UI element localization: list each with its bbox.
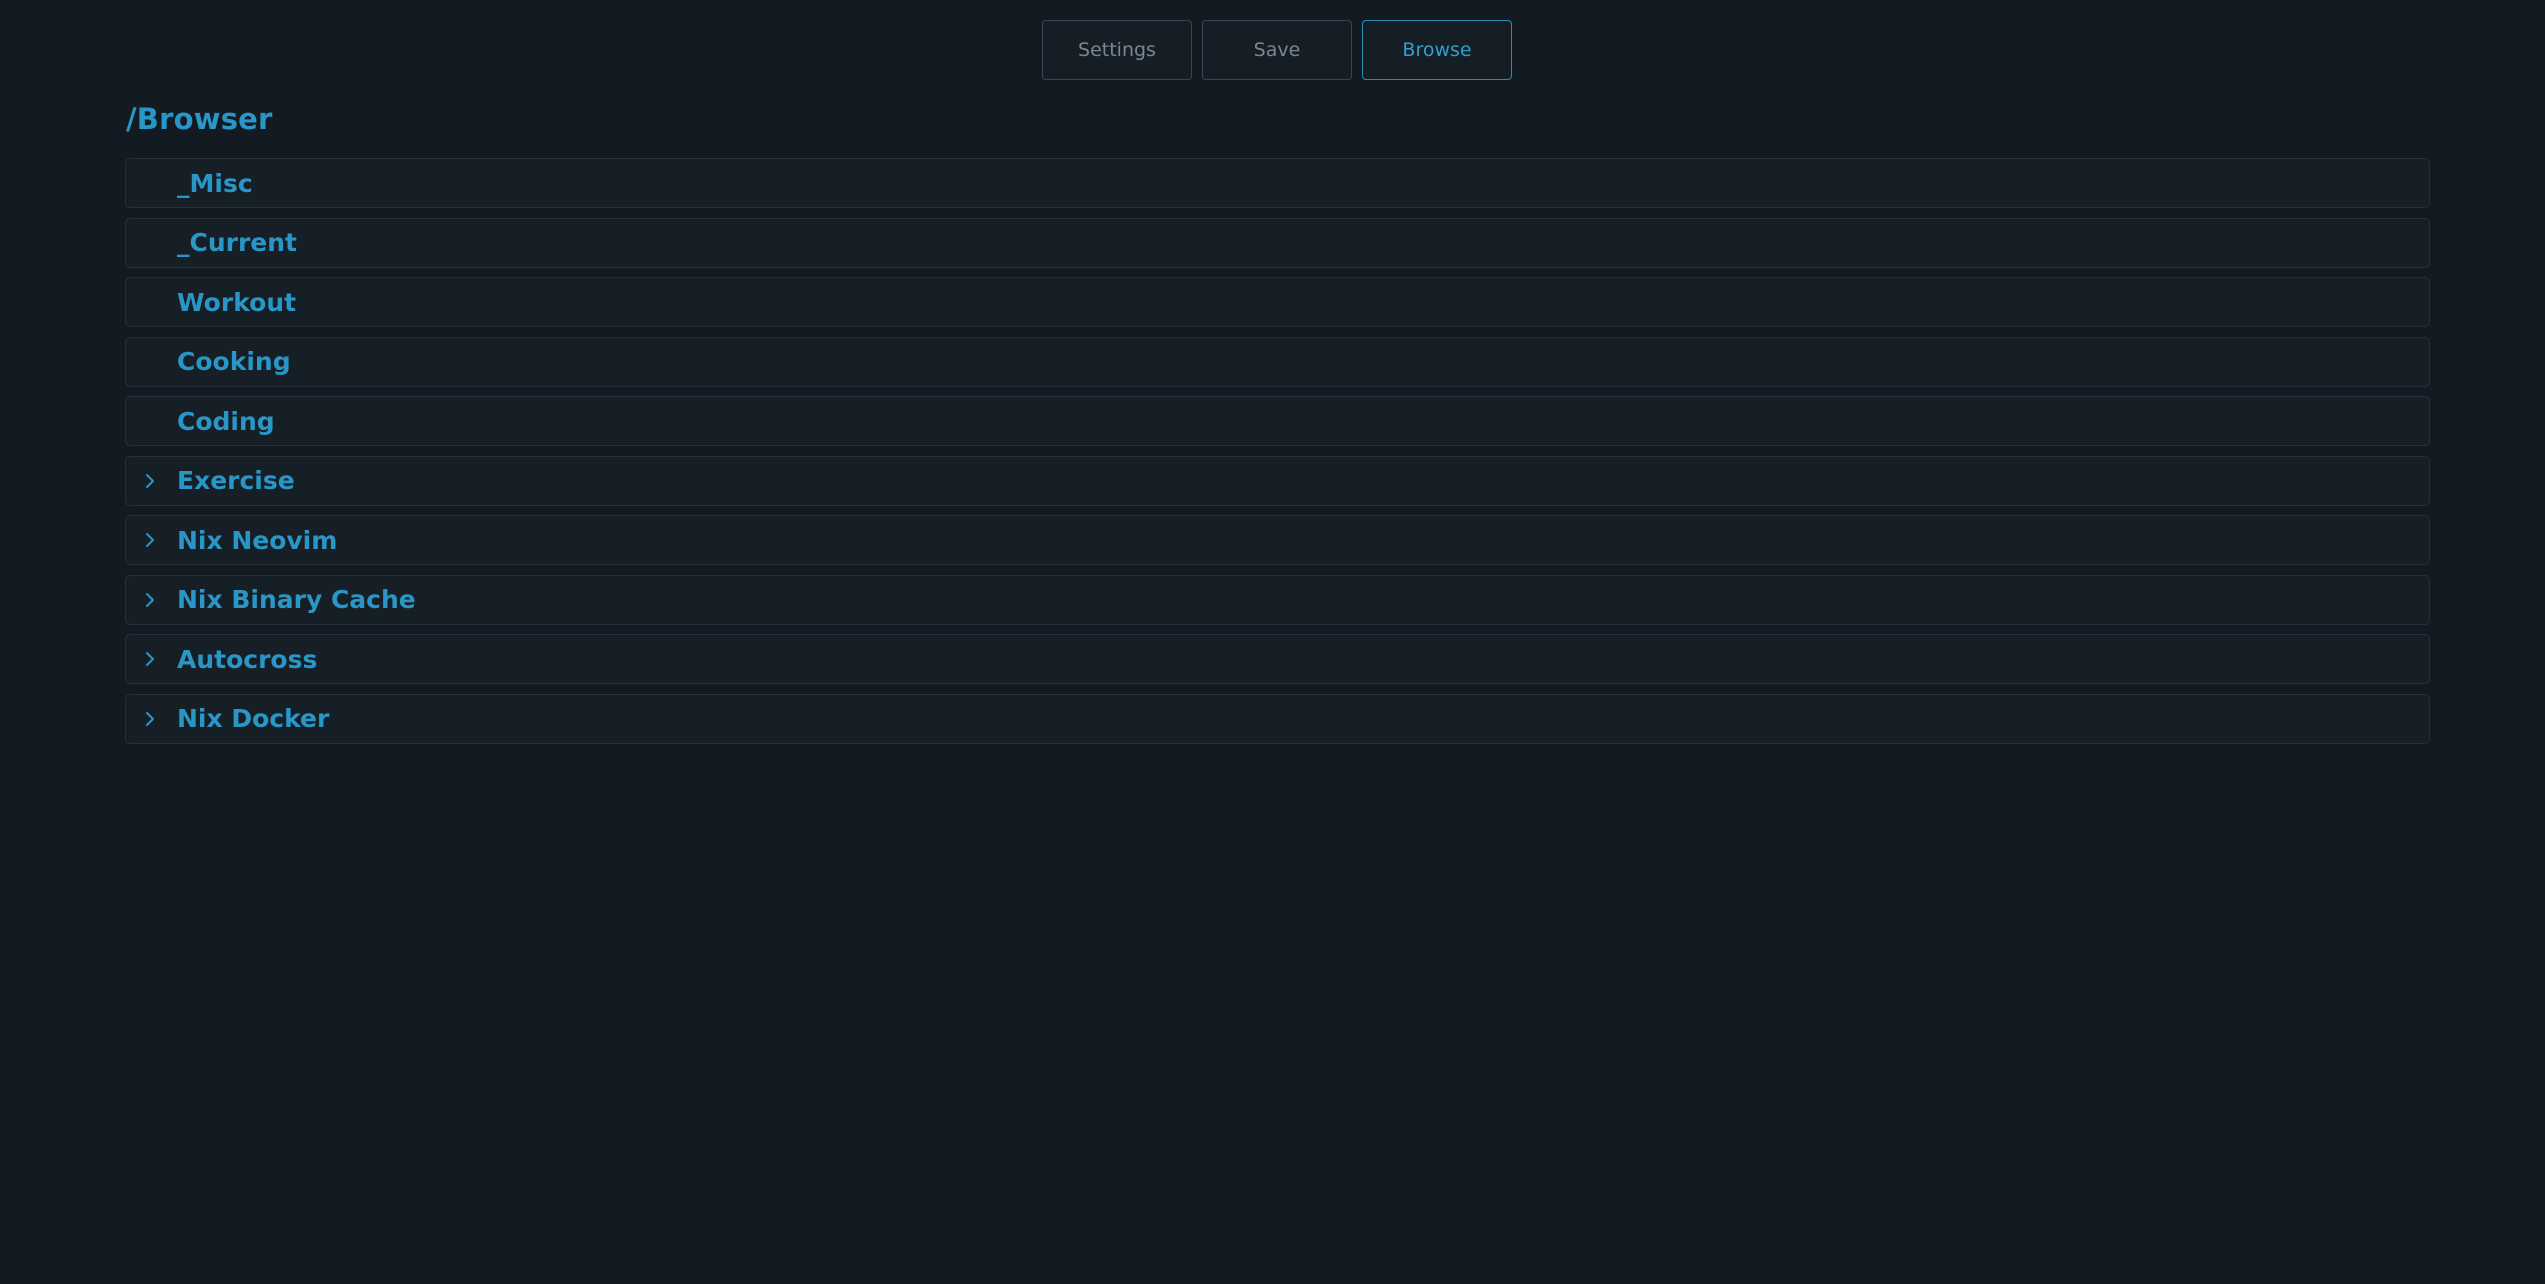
folder-list: _Misc _Current Workout Cooking Coding Exercis… xyxy=(125,158,2430,753)
folder-row-workout[interactable]: Workout xyxy=(125,277,2430,327)
folder-row-misc[interactable]: _Misc xyxy=(125,158,2430,208)
folder-row-nix-neovim[interactable]: Nix Neovim xyxy=(125,515,2430,565)
folder-label: Cooking xyxy=(177,347,291,376)
folder-row-cooking[interactable]: Cooking xyxy=(125,336,2430,387)
settings-button[interactable]: Settings xyxy=(1042,20,1192,80)
folder-row-nix-docker[interactable]: Nix Docker xyxy=(125,693,2430,744)
top-nav: Settings Save Browse xyxy=(1042,20,1512,80)
folder-label: Exercise xyxy=(177,466,295,495)
chevron-right-icon[interactable] xyxy=(143,711,157,727)
chevron-right-icon[interactable] xyxy=(143,651,157,667)
page-title: /Browser xyxy=(126,102,273,136)
save-button[interactable]: Save xyxy=(1202,20,1352,80)
folder-row-current[interactable]: _Current xyxy=(125,217,2430,268)
folder-row-coding[interactable]: Coding xyxy=(125,396,2430,446)
browse-button[interactable]: Browse xyxy=(1362,20,1512,80)
folder-row-autocross[interactable]: Autocross xyxy=(125,634,2430,684)
folder-label: Nix Neovim xyxy=(177,525,338,555)
folder-label: Workout xyxy=(177,287,297,317)
folder-row-nix-binary-cache[interactable]: Nix Binary Cache xyxy=(125,574,2430,625)
folder-label: Nix Binary Cache xyxy=(177,585,416,614)
folder-label: _Misc xyxy=(177,168,253,198)
chevron-right-icon[interactable] xyxy=(143,473,157,489)
chevron-right-icon[interactable] xyxy=(143,532,157,548)
folder-row-exercise[interactable]: Exercise xyxy=(125,455,2430,506)
folder-label: _Current xyxy=(177,228,298,257)
folder-label: Autocross xyxy=(177,644,318,674)
chevron-right-icon[interactable] xyxy=(143,592,157,608)
folder-label: Nix Docker xyxy=(177,704,330,733)
folder-label: Coding xyxy=(177,406,275,436)
